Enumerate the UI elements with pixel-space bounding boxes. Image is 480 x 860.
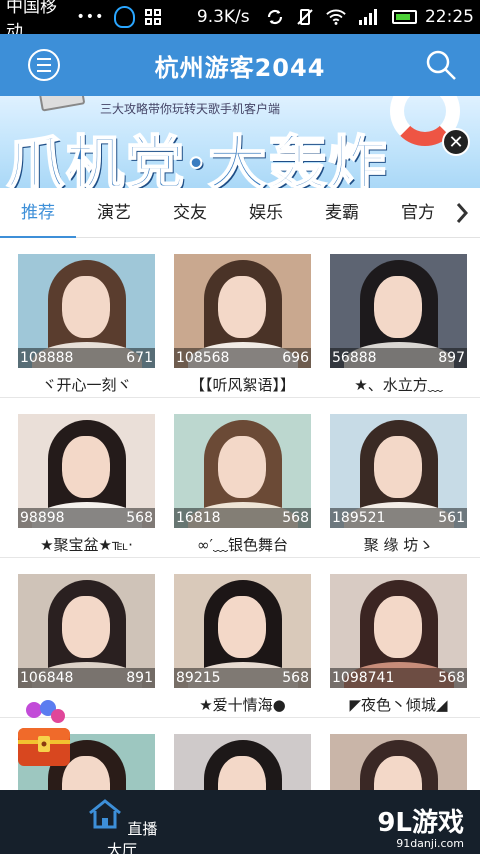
- wifi-icon: [326, 7, 347, 27]
- battery-icon: [392, 10, 417, 24]
- room-card[interactable]: [174, 734, 311, 790]
- viewer-count: 671: [126, 350, 153, 366]
- room-thumbnail: 106848 891: [18, 574, 155, 688]
- tab-5[interactable]: 官方: [380, 188, 456, 238]
- promo-banner[interactable]: 三大攻略带你玩转天歌手机客户端 爪机党·大轰炸 ✕: [0, 96, 480, 188]
- treasure-chest-icon[interactable]: [14, 700, 74, 770]
- room-id: 106848: [20, 670, 74, 686]
- page-title: 杭州游客2044: [154, 53, 326, 82]
- room-name: 【【听风絮语】】: [189, 376, 295, 394]
- room-id: 98898: [20, 510, 65, 526]
- phone-illustration: [38, 96, 86, 112]
- room-thumbnail: 1098741 568: [330, 574, 467, 688]
- viewer-count: 561: [438, 510, 465, 526]
- watermark-url: 91danji.com: [396, 837, 464, 850]
- tab-4[interactable]: 麦霸: [304, 188, 380, 238]
- viewer-count: 568: [282, 670, 309, 686]
- room-card[interactable]: 189521 561 聚 缘 坊ゝ: [330, 414, 467, 555]
- banner-subtitle: 三大攻略带你玩转天歌手机客户端: [100, 102, 281, 116]
- menu-icon[interactable]: [28, 49, 60, 81]
- tab-1[interactable]: 演艺: [76, 188, 152, 238]
- viewer-count: 568: [282, 510, 309, 526]
- room-card[interactable]: 106848 891: [18, 574, 155, 694]
- room-card[interactable]: 16818 568 ∞′﹏银色舞台: [174, 414, 311, 555]
- app-header: 杭州游客2044: [0, 34, 480, 96]
- signal-dots: •••: [76, 9, 105, 25]
- room-stats: 98898 568: [18, 508, 155, 528]
- room-thumbnail: [174, 734, 311, 790]
- room-thumbnail: 108888 671: [18, 254, 155, 368]
- room-id: 16818: [176, 510, 221, 526]
- network-speed: 9.3K/s: [196, 7, 250, 27]
- cell-signal-icon: [358, 7, 378, 27]
- viewer-count: 897: [438, 350, 465, 366]
- room-thumbnail: 56888 897: [330, 254, 467, 368]
- room-stats: 108888 671: [18, 348, 155, 368]
- room-thumbnail: 108568 696: [174, 254, 311, 368]
- room-name: ヾ开心一刻ヾ: [41, 376, 132, 394]
- status-bar: 中国移动 ••• 9.3K/s 22:25: [0, 0, 480, 42]
- room-card[interactable]: 108568 696 【【听风絮语】】: [174, 254, 311, 395]
- viewer-count: 568: [438, 670, 465, 686]
- tab-2[interactable]: 交友: [152, 188, 228, 238]
- room-thumbnail: 98898 568: [18, 414, 155, 528]
- room-card[interactable]: [330, 734, 467, 790]
- room-id: 108568: [176, 350, 230, 366]
- room-name: 聚 缘 坊ゝ: [363, 536, 434, 554]
- room-stats: 106848 891: [18, 668, 155, 688]
- tab-3[interactable]: 娱乐: [228, 188, 304, 238]
- room-thumbnail: [330, 734, 467, 790]
- room-stats: 56888 897: [330, 348, 467, 368]
- room-id: 56888: [332, 350, 377, 366]
- room-name: ★爱十情海●: [199, 696, 286, 714]
- nav-live-hall[interactable]: 直播大厅: [82, 798, 162, 860]
- home-icon: [88, 799, 121, 829]
- clock: 22:25: [424, 7, 474, 27]
- room-card[interactable]: 56888 897 ★、水立方﹏: [330, 254, 467, 395]
- banner-headline: 爪机党·大轰炸: [5, 128, 389, 188]
- room-id: 108888: [20, 350, 74, 366]
- viewer-count: 568: [126, 510, 153, 526]
- viewer-count: 696: [282, 350, 309, 366]
- room-row: 106848 891 89215 568 ★爱十情海● 1098741 568 ◤夜色丶倾城◢: [0, 558, 480, 718]
- room-thumbnail: 89215 568: [174, 574, 311, 688]
- apps-grid-icon: [144, 9, 161, 25]
- room-stats: 108568 696: [174, 348, 311, 368]
- room-id: 1098741: [332, 670, 395, 686]
- close-icon[interactable]: ✕: [442, 128, 470, 156]
- room-id: 189521: [332, 510, 386, 526]
- tab-0[interactable]: 推荐: [0, 188, 76, 238]
- room-thumbnail: 16818 568: [174, 414, 311, 528]
- qq-notification-icon: [114, 6, 135, 28]
- room-name: ★聚宝盆★℡·: [40, 536, 133, 554]
- room-row: 108888 671 ヾ开心一刻ヾ 108568 696 【【听风絮语】】 56888 897…: [0, 238, 480, 398]
- room-thumbnail: 189521 561: [330, 414, 467, 528]
- search-icon[interactable]: [424, 48, 458, 82]
- category-tabs: 推荐 演艺 交友 娱乐 麦霸 官方: [0, 188, 480, 238]
- room-card[interactable]: 89215 568 ★爱十情海●: [174, 574, 311, 715]
- room-stats: 189521 561: [330, 508, 467, 528]
- room-stats: 16818 568: [174, 508, 311, 528]
- bottom-nav: 直播大厅 9L游戏 91danji.com: [0, 790, 480, 859]
- room-stats: 89215 568: [174, 668, 311, 688]
- silent-icon: [296, 7, 314, 27]
- room-card[interactable]: 1098741 568 ◤夜色丶倾城◢: [330, 574, 467, 715]
- room-card[interactable]: 98898 568 ★聚宝盆★℡·: [18, 414, 155, 555]
- room-name: ◤夜色丶倾城◢: [349, 696, 448, 714]
- room-stats: 1098741 568: [330, 668, 467, 688]
- room-name: ∞′﹏银色舞台: [197, 536, 288, 554]
- watermark: 9L游戏 91danji.com: [377, 802, 464, 850]
- sync-icon: [266, 7, 284, 27]
- room-name: ★、水立方﹏: [354, 376, 443, 394]
- tabs-more-icon[interactable]: [452, 200, 472, 226]
- viewer-count: 891: [126, 670, 153, 686]
- room-id: 89215: [176, 670, 221, 686]
- room-card[interactable]: 108888 671 ヾ开心一刻ヾ: [18, 254, 155, 395]
- watermark-text: 9L游戏: [377, 808, 464, 838]
- room-row: 98898 568 ★聚宝盆★℡· 16818 568 ∞′﹏银色舞台 189521 561 聚…: [0, 398, 480, 558]
